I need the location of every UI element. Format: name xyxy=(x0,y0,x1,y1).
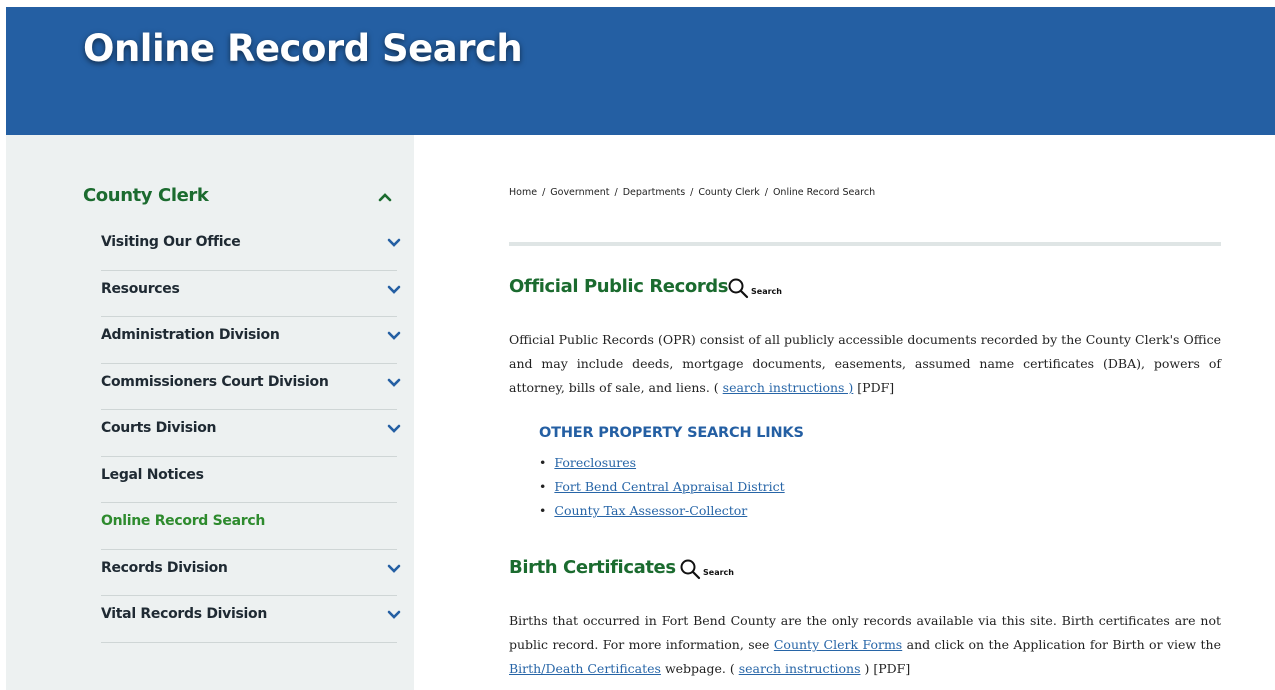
opr-instructions-link[interactable]: search instructions ) xyxy=(723,380,854,395)
chevron-down-icon[interactable] xyxy=(386,330,402,342)
chevron-down-icon[interactable] xyxy=(386,423,402,435)
opr-title: Official Public Records xyxy=(509,276,729,297)
sidebar-item-label[interactable]: Courts Division xyxy=(101,420,217,436)
breadcrumb-separator: / xyxy=(542,187,546,198)
birth-title: Birth Certificates xyxy=(509,557,676,578)
sidebar-item[interactable]: Records Division xyxy=(101,550,401,596)
sidebar-heading[interactable]: County Clerk xyxy=(83,185,403,209)
sidebar-item-label[interactable]: Visiting Our Office xyxy=(101,234,241,250)
sidebar-item-label[interactable]: Administration Division xyxy=(101,327,280,343)
list-item: Foreclosures xyxy=(539,451,785,475)
page-banner: Online Record Search xyxy=(6,7,1275,135)
divider xyxy=(509,242,1221,246)
sidebar-item[interactable]: Vital Records Division xyxy=(101,596,401,643)
other-links-list: Foreclosures Fort Bend Central Appraisal … xyxy=(539,451,785,523)
property-search-link[interactable]: County Tax Assessor-Collector xyxy=(554,503,747,518)
breadcrumb-separator: / xyxy=(690,187,694,198)
chevron-down-icon[interactable] xyxy=(386,284,402,296)
chevron-down-icon[interactable] xyxy=(386,237,402,249)
list-item: Fort Bend Central Appraisal District xyxy=(539,475,784,499)
search-icon xyxy=(728,278,749,299)
sidebar-item[interactable]: Courts Division xyxy=(101,410,401,457)
sidebar-item-label[interactable]: Resources xyxy=(101,281,180,297)
breadcrumb-item[interactable]: Government xyxy=(550,187,609,198)
other-links-heading: OTHER PROPERTY SEARCH LINKS xyxy=(539,425,804,441)
breadcrumb-item[interactable]: County Clerk xyxy=(698,187,759,198)
birth-death-certificates-link[interactable]: Birth/Death Certificates xyxy=(509,661,661,676)
sidebar-item-label[interactable]: Vital Records Division xyxy=(101,606,267,622)
sidebar-item[interactable]: Online Record Search xyxy=(101,503,397,550)
county-clerk-forms-link[interactable]: County Clerk Forms xyxy=(774,637,902,652)
sidebar-item-label[interactable]: Records Division xyxy=(101,560,228,576)
birth-description: Births that occurred in Fort Bend County… xyxy=(509,613,1221,676)
birth-instructions-link[interactable]: search instructions xyxy=(739,661,861,676)
property-search-link[interactable]: Foreclosures xyxy=(554,455,636,470)
birth-search-button[interactable]: Search xyxy=(679,558,734,580)
opr-description: Official Public Records (OPR) consist of… xyxy=(509,332,1221,395)
sidebar-item[interactable]: Visiting Our Office xyxy=(101,224,401,271)
breadcrumb-item[interactable]: Home xyxy=(509,187,537,198)
sidebar-item-label[interactable]: Commissioners Court Division xyxy=(101,374,329,390)
breadcrumb-separator: / xyxy=(764,187,768,198)
sidebar-item-label[interactable]: Online Record Search xyxy=(101,513,265,529)
chevron-down-icon[interactable] xyxy=(386,377,402,389)
breadcrumb: Home / Government / Departments / County Clerk… xyxy=(509,187,875,198)
chevron-up-icon[interactable] xyxy=(377,191,393,203)
chevron-down-icon[interactable] xyxy=(386,563,402,575)
property-search-link[interactable]: Fort Bend Central Appraisal District xyxy=(554,479,784,494)
sidebar-item[interactable]: Commissioners Court Division xyxy=(101,364,401,410)
breadcrumb-item[interactable]: Departments xyxy=(623,187,685,198)
birth-search-label[interactable]: Search xyxy=(703,568,734,577)
list-item: County Tax Assessor-Collector xyxy=(539,499,785,523)
page-title: Online Record Search xyxy=(83,27,523,70)
search-icon xyxy=(680,559,701,580)
breadcrumb-item: Online Record Search xyxy=(772,187,876,198)
sidebar-item[interactable]: Legal Notices xyxy=(101,457,397,503)
opr-search-button[interactable]: Search xyxy=(727,277,782,299)
sidebar-list: Visiting Our Office Resources Administrati… xyxy=(101,224,401,643)
sidebar: County Clerk Visiting Our Office Resource… xyxy=(6,135,414,690)
chevron-down-icon[interactable] xyxy=(386,609,402,621)
opr-search-label[interactable]: Search xyxy=(751,287,782,296)
sidebar-item-label[interactable]: Legal Notices xyxy=(101,467,204,483)
breadcrumb-separator: / xyxy=(614,187,618,198)
sidebar-item[interactable]: Administration Division xyxy=(101,317,401,364)
sidebar-heading-label[interactable]: County Clerk xyxy=(83,185,209,206)
sidebar-item[interactable]: Resources xyxy=(101,271,401,317)
